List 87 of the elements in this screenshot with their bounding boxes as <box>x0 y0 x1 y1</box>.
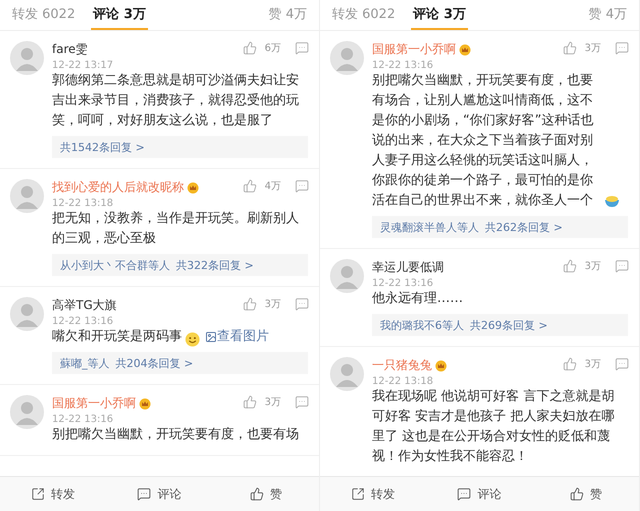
avatar <box>10 395 44 429</box>
comment-icon <box>137 487 152 501</box>
reply-count: 共322条回复 > <box>176 258 254 272</box>
comment-icon[interactable] <box>295 179 309 193</box>
tab[interactable]: 赞 4万 <box>266 0 309 30</box>
like-icon <box>250 487 264 501</box>
like-count: 3万 <box>584 358 601 371</box>
repost-button[interactable]: 转发 <box>0 477 106 511</box>
comment-text: 郭德纲第二条意思就是胡可沙溢俩夫妇让安吉出来录节目，消费孩子，就得忍受他的玩笑，呵呵，对好朋友这么说，也是服了 <box>52 72 300 130</box>
comment-icon[interactable] <box>615 41 629 55</box>
tab[interactable]: 赞 4万 <box>586 0 629 30</box>
avatar <box>10 179 44 213</box>
like-count: 3万 <box>264 298 281 311</box>
like-icon[interactable] <box>242 297 257 311</box>
comment-button[interactable]: 评论 <box>426 477 533 511</box>
replier-names: 我的璐我不6等人 <box>380 318 464 332</box>
comment-time: 12-22 13:16 <box>52 414 114 425</box>
like-count: 3万 <box>584 260 601 273</box>
like-count: 6万 <box>264 42 281 55</box>
comment-text: 嘴欠和开玩笑是两码事 <box>52 328 182 346</box>
reply-count: 共262条回复 > <box>485 220 563 234</box>
comment-icon[interactable] <box>295 297 309 311</box>
reply-summary[interactable]: 从小到大丶不合群等人 共322条回复 > <box>52 254 308 276</box>
like-count: 3万 <box>584 42 601 55</box>
comment-icon[interactable] <box>615 357 629 371</box>
comment-icon[interactable] <box>615 259 629 273</box>
like-icon <box>570 487 584 501</box>
comment-text: 把无知，没教养，当作是开玩笑。刷新别人的三观，恶心至极 <box>52 210 300 248</box>
comment-icon <box>457 487 472 501</box>
reply-count: 共204条回复 > <box>116 356 194 370</box>
like-icon[interactable] <box>242 179 257 193</box>
like-count: 3万 <box>264 396 281 409</box>
like-icon[interactable] <box>242 395 257 409</box>
replier-names: 灵魂翻滚半兽人等人 <box>380 220 479 234</box>
avatar <box>10 297 44 331</box>
reply-summary[interactable]: 灵魂翻滚半兽人等人 共262条回复 > <box>372 216 628 238</box>
reply-summary[interactable]: 我的璐我不6等人 共269条回复 > <box>372 314 628 336</box>
avatar <box>330 259 364 293</box>
comment-time: 12-22 13:16 <box>372 60 434 71</box>
badge-icon <box>139 398 151 410</box>
comment-text: 他永远有理…… <box>372 290 463 308</box>
like-icon[interactable] <box>242 41 257 55</box>
comment-button[interactable]: 评论 <box>106 477 213 511</box>
like-button[interactable]: 赞 <box>532 477 639 511</box>
user-name[interactable]: fare雯 <box>52 41 88 58</box>
comment-icon[interactable] <box>295 41 309 55</box>
comment-time: 12-22 13:18 <box>372 376 434 387</box>
tab[interactable]: 评论 3万 <box>411 0 468 30</box>
comment-text: 别把嘴欠当幽默，开玩笑要有度，也要有场 <box>52 426 299 444</box>
comment-time: 12-22 13:16 <box>52 316 114 327</box>
like-count: 4万 <box>264 180 281 193</box>
reply-count: 共1542条回复 > <box>60 140 145 154</box>
like-icon[interactable] <box>562 41 577 55</box>
repost-button[interactable]: 转发 <box>320 477 426 511</box>
comment-time: 12-22 13:16 <box>372 278 434 289</box>
view-image-link[interactable]: 查看图片 <box>217 327 269 347</box>
user-name[interactable]: 幸运儿要低调 <box>372 259 444 276</box>
avatar <box>330 357 364 391</box>
share-icon <box>31 487 46 501</box>
image-icon[interactable] <box>205 331 217 343</box>
share-icon <box>351 487 366 501</box>
user-name[interactable]: 一只猪兔兔 <box>372 357 432 374</box>
avatar <box>10 41 44 75</box>
replier-names: 从小到大丶不合群等人 <box>60 258 170 272</box>
user-name[interactable]: 国服第一小乔啊 <box>372 41 456 58</box>
user-name[interactable]: 高举TG大旗 <box>52 297 117 314</box>
like-icon[interactable] <box>562 259 577 273</box>
like-button[interactable]: 赞 <box>212 477 319 511</box>
reply-count: 共269条回复 > <box>470 318 548 332</box>
user-name[interactable]: 国服第一小乔啊 <box>52 395 136 412</box>
replier-names: 蘇嘟_等人 <box>60 356 110 370</box>
comment-text: 别把嘴欠当幽默，开玩笑要有度，也要有场合，让别人尴尬这叫情商低，这不是你的小剧场，“你们家好客”这种话也说的出来，在大众之下当着孩子面对别人妻子用这么轻佻的玩笑话这叫膈人，你跟你的徒弟一个路子，最可怕的是你活在自己的世界出不来，就你圣人一个 <box>372 72 594 210</box>
tab[interactable]: 转发 6022 <box>330 0 398 30</box>
avatar <box>330 41 364 75</box>
badge-icon <box>435 360 447 372</box>
comment-time: 12-22 13:18 <box>52 198 114 209</box>
like-icon[interactable] <box>562 357 577 371</box>
reply-summary[interactable]: 共1542条回复 > <box>52 136 308 158</box>
comment-text: 我在现场呢 他说胡可好客 言下之意就是胡可好客 安吉才是他孩子 把人家夫妇放在哪里了 这也是在公开场合对女性的贬低和蔑视！作为女性我不能容忍！ <box>372 388 616 466</box>
user-name[interactable]: 找到心爱的人后就改昵称 <box>52 179 184 196</box>
badge-icon <box>459 44 471 56</box>
tab[interactable]: 转发 6022 <box>10 0 78 30</box>
comment-time: 12-22 13:17 <box>52 60 114 71</box>
reply-summary[interactable]: 蘇嘟_等人 共204条回复 > <box>52 352 308 374</box>
badge-icon <box>187 182 199 194</box>
comment-icon[interactable] <box>295 395 309 409</box>
tab[interactable]: 评论 3万 <box>91 0 148 30</box>
